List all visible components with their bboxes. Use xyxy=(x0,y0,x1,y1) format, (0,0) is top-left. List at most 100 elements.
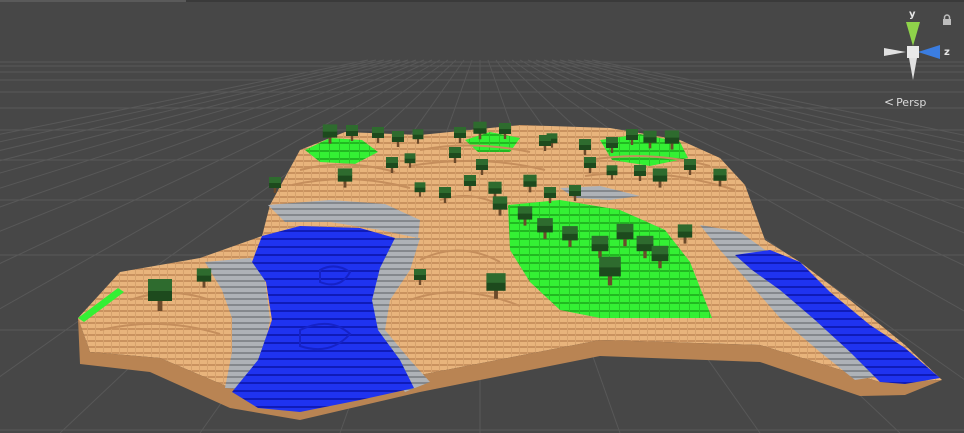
tree-canopy-side xyxy=(606,170,618,176)
tree-canopy-side xyxy=(636,243,654,252)
scene-viewport[interactable]: y z < Persp xyxy=(0,0,964,433)
tree-canopy-side xyxy=(392,136,404,142)
tree-canopy-top xyxy=(414,269,426,275)
y-negative-cone[interactable] xyxy=(909,58,917,80)
tree-canopy-side xyxy=(148,290,172,301)
tree-canopy-side xyxy=(412,134,424,140)
tree-canopy-top xyxy=(652,168,668,176)
tree-canopy-top xyxy=(372,127,384,133)
tree-canopy-top xyxy=(473,121,487,129)
tree-canopy-side xyxy=(517,213,533,220)
tree-canopy-top xyxy=(713,168,727,176)
tree-canopy-top xyxy=(196,268,212,276)
tree-canopy-top xyxy=(488,181,502,189)
tree-canopy-top xyxy=(392,131,404,137)
tree-canopy-top xyxy=(148,279,172,291)
tree-canopy-side xyxy=(664,137,680,144)
tree-canopy-top xyxy=(523,174,537,182)
tree-canopy-top xyxy=(439,187,451,193)
tree-canopy-top xyxy=(616,223,634,233)
tree-canopy-side xyxy=(626,134,638,140)
tree-canopy-side xyxy=(591,243,609,252)
tree-canopy-side xyxy=(464,180,476,186)
tree-canopy-side xyxy=(346,130,358,136)
tree-canopy-top xyxy=(579,139,591,145)
z-axis-cone[interactable] xyxy=(918,45,940,59)
tree-canopy-side xyxy=(322,131,338,138)
chevron-left-icon: < xyxy=(884,95,895,109)
projection-label: Persp xyxy=(896,95,927,109)
tree-canopy-side xyxy=(684,164,696,170)
tree-canopy-top xyxy=(449,147,461,153)
y-axis-cone[interactable] xyxy=(906,22,920,46)
tree-canopy-side xyxy=(196,275,212,282)
tree-canopy-side xyxy=(569,190,581,196)
tree-canopy-side xyxy=(473,127,487,134)
tree-canopy-top xyxy=(412,129,424,135)
tree-canopy-side xyxy=(439,192,451,198)
tree-canopy-side xyxy=(454,132,466,138)
tree-canopy-top xyxy=(464,175,476,181)
tree-canopy-side xyxy=(544,192,556,198)
tree-canopy-side xyxy=(269,182,281,188)
tree-canopy-side xyxy=(492,203,508,210)
tree-canopy-top xyxy=(569,185,581,191)
tree-canopy-top xyxy=(346,125,358,131)
tree-canopy-top xyxy=(664,130,680,138)
tree-canopy-side xyxy=(562,233,578,241)
tree-canopy-side xyxy=(404,158,416,164)
voxel-terrain-scene[interactable] xyxy=(0,0,964,433)
tree-canopy-side xyxy=(372,132,384,138)
tree-canopy-side xyxy=(414,274,426,280)
tree-canopy-side xyxy=(616,231,634,240)
tree-canopy-side xyxy=(476,164,488,170)
tree-canopy-top xyxy=(636,235,654,245)
tree-canopy-side xyxy=(386,162,398,168)
x-negative-cone[interactable] xyxy=(884,48,906,56)
tree-canopy-top xyxy=(386,157,398,163)
tree-canopy-side xyxy=(652,175,668,182)
tree-canopy-top xyxy=(626,129,638,135)
tree-canopy-top xyxy=(517,206,533,214)
tree-canopy-top xyxy=(634,165,646,171)
tree-canopy-top xyxy=(584,157,596,163)
tree-canopy-side xyxy=(713,174,727,181)
tree-canopy-side xyxy=(579,144,591,150)
tree-canopy-side xyxy=(677,231,693,238)
tree-canopy-top xyxy=(486,273,506,283)
tree-canopy-top xyxy=(606,165,618,171)
tree-canopy-top xyxy=(322,124,338,132)
tree-canopy-side xyxy=(414,187,426,193)
tree-canopy-side xyxy=(537,225,553,233)
tree-canopy-top xyxy=(499,123,511,129)
tree-canopy-top xyxy=(414,182,426,188)
tree-canopy-side xyxy=(337,175,353,182)
tree-canopy-top xyxy=(537,218,553,226)
tree-canopy-side xyxy=(488,187,502,194)
tree-canopy-top xyxy=(404,153,416,159)
tree-canopy-side xyxy=(523,180,537,187)
tree-canopy-side xyxy=(634,170,646,176)
tree-canopy-top xyxy=(599,256,621,268)
tree-canopy-side xyxy=(584,162,596,168)
gizmo-center-cube[interactable] xyxy=(907,46,919,58)
tree-canopy-side xyxy=(599,266,621,277)
tree-canopy-top xyxy=(643,130,657,138)
tree-canopy-side xyxy=(449,152,461,158)
tree-canopy-top xyxy=(591,235,609,245)
tree-canopy-top xyxy=(539,135,551,141)
y-axis-label: y xyxy=(909,9,916,20)
tree-canopy-top xyxy=(562,226,578,234)
lock-icon[interactable] xyxy=(941,11,953,25)
tree-canopy-side xyxy=(539,140,551,146)
tree-canopy-side xyxy=(606,142,618,148)
projection-toggle[interactable]: < Persp xyxy=(884,95,926,109)
tree-canopy-top xyxy=(677,224,693,232)
tree-canopy-top xyxy=(337,168,353,176)
tree-canopy-top xyxy=(476,159,488,165)
tree-canopy-side xyxy=(643,136,657,143)
z-axis-label: z xyxy=(944,47,950,58)
tree-canopy-top xyxy=(606,137,618,143)
tree-canopy-top xyxy=(269,177,281,183)
tree-canopy-side xyxy=(651,253,669,262)
